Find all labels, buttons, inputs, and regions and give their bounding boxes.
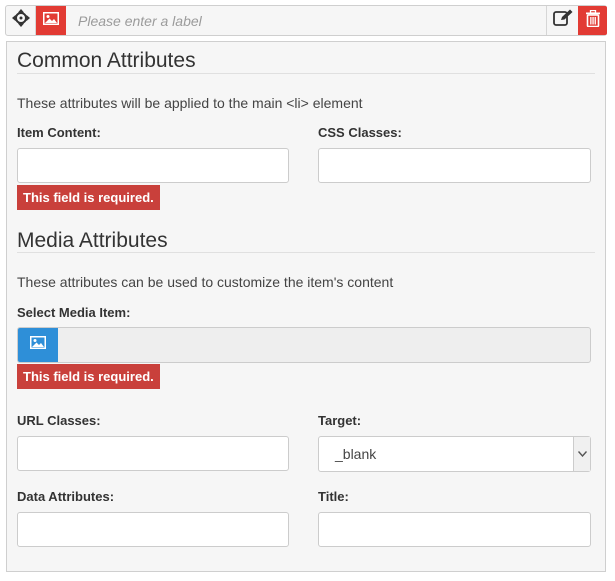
media-attributes-divider bbox=[17, 252, 595, 253]
css-classes-label: CSS Classes: bbox=[318, 125, 402, 140]
common-attributes-heading: Common Attributes bbox=[17, 49, 196, 72]
url-classes-input[interactable] bbox=[17, 436, 289, 471]
delete-button[interactable] bbox=[578, 6, 607, 35]
media-attributes-description: These attributes can be used to customiz… bbox=[17, 274, 394, 290]
media-attributes-heading: Media Attributes bbox=[17, 229, 168, 252]
edit-button[interactable] bbox=[546, 6, 578, 35]
edit-icon bbox=[552, 9, 573, 32]
title-input[interactable] bbox=[318, 512, 591, 547]
item-content-error: This field is required. bbox=[17, 185, 160, 210]
data-attributes-input[interactable] bbox=[17, 512, 289, 547]
common-attributes-divider bbox=[17, 73, 595, 74]
target-label: Target: bbox=[318, 413, 362, 428]
item-header-bar bbox=[5, 5, 607, 36]
label-input[interactable] bbox=[72, 10, 532, 32]
trash-icon bbox=[585, 9, 600, 32]
title-label: Title: bbox=[318, 489, 349, 504]
select-media-button[interactable] bbox=[18, 328, 58, 362]
select-media-label: Select Media Item: bbox=[17, 305, 131, 320]
url-classes-label: URL Classes: bbox=[17, 413, 101, 428]
css-classes-input[interactable] bbox=[318, 148, 591, 183]
select-media-field[interactable] bbox=[17, 327, 591, 363]
target-select[interactable]: _blank bbox=[318, 436, 591, 472]
image-icon bbox=[43, 11, 59, 30]
select-media-error: This field is required. bbox=[17, 364, 160, 389]
image-type-button[interactable] bbox=[36, 6, 66, 35]
attributes-panel: Common Attributes These attributes will … bbox=[6, 41, 606, 572]
data-attributes-label: Data Attributes: bbox=[17, 489, 115, 504]
item-content-label: Item Content: bbox=[17, 125, 101, 140]
item-content-input[interactable] bbox=[17, 148, 289, 183]
chevron-down-icon[interactable] bbox=[573, 437, 590, 471]
move-handle[interactable] bbox=[6, 6, 36, 35]
image-icon bbox=[30, 336, 46, 354]
common-attributes-description: These attributes will be applied to the … bbox=[17, 95, 363, 111]
target-selected-value: _blank bbox=[335, 446, 377, 462]
move-icon bbox=[11, 9, 30, 32]
